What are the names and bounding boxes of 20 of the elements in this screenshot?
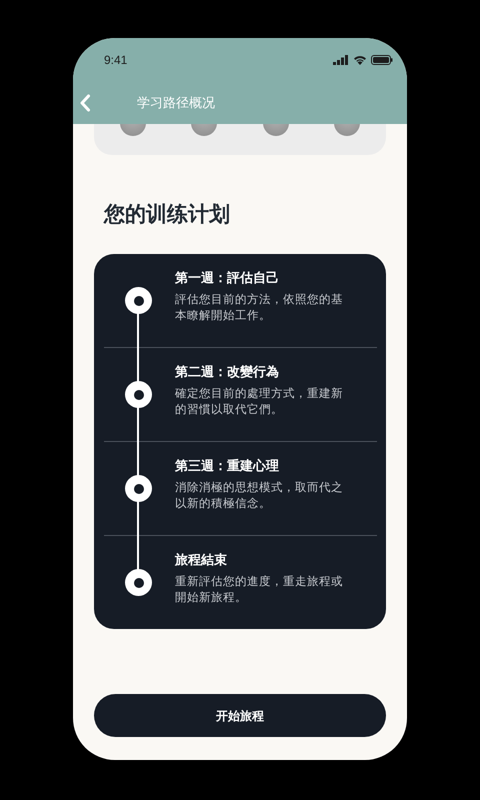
- step-title: 第三週：重建心理: [175, 457, 280, 475]
- step-description: 評估您目前的方法，依照您的基本瞭解開始工作。: [175, 292, 344, 324]
- timeline-node-icon: [125, 569, 152, 596]
- timeline-node-icon: [125, 381, 152, 408]
- wifi-icon: [353, 55, 367, 65]
- step-title: 第二週：改變行為: [175, 363, 280, 381]
- step-description: 消除消極的思想模式，取而代之以新的積極信念。: [175, 480, 344, 512]
- section-title: 您的训练计划: [104, 202, 231, 228]
- step-description: 重新評估您的進度，重走旅程或開始新旅程。: [175, 574, 344, 606]
- back-icon[interactable]: [79, 94, 91, 112]
- page-title: 学习路径概况: [137, 94, 215, 112]
- step-title: 第一週：評估自己: [175, 269, 280, 287]
- timeline-node-icon: [125, 475, 152, 502]
- timeline-node-icon: [125, 287, 152, 314]
- step-title: 旅程結束: [175, 551, 228, 569]
- start-button[interactable]: 开始旅程: [94, 694, 386, 737]
- step-description: 確定您目前的處理方式，重建新的習慣以取代它們。: [175, 386, 344, 418]
- battery-icon: [371, 55, 393, 65]
- status-time: 9:41: [104, 52, 128, 69]
- signal-icon: [333, 55, 349, 65]
